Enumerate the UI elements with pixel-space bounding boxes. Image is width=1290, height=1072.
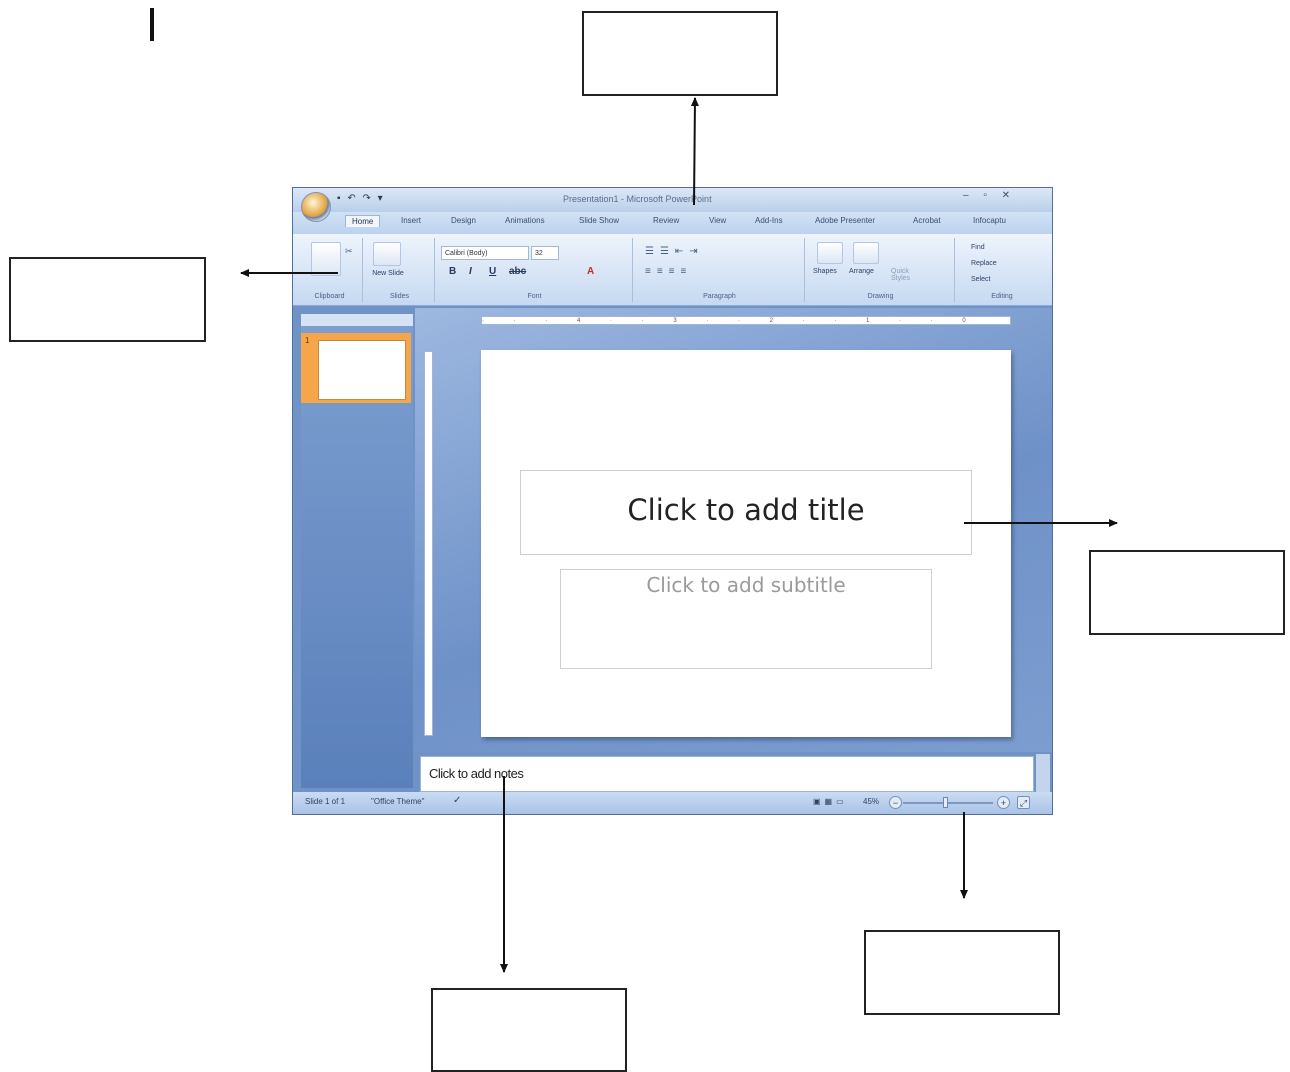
arrow-to-title-box [690,97,699,206]
office-button-icon[interactable] [301,192,331,222]
annotation-arrows [240,97,1118,973]
